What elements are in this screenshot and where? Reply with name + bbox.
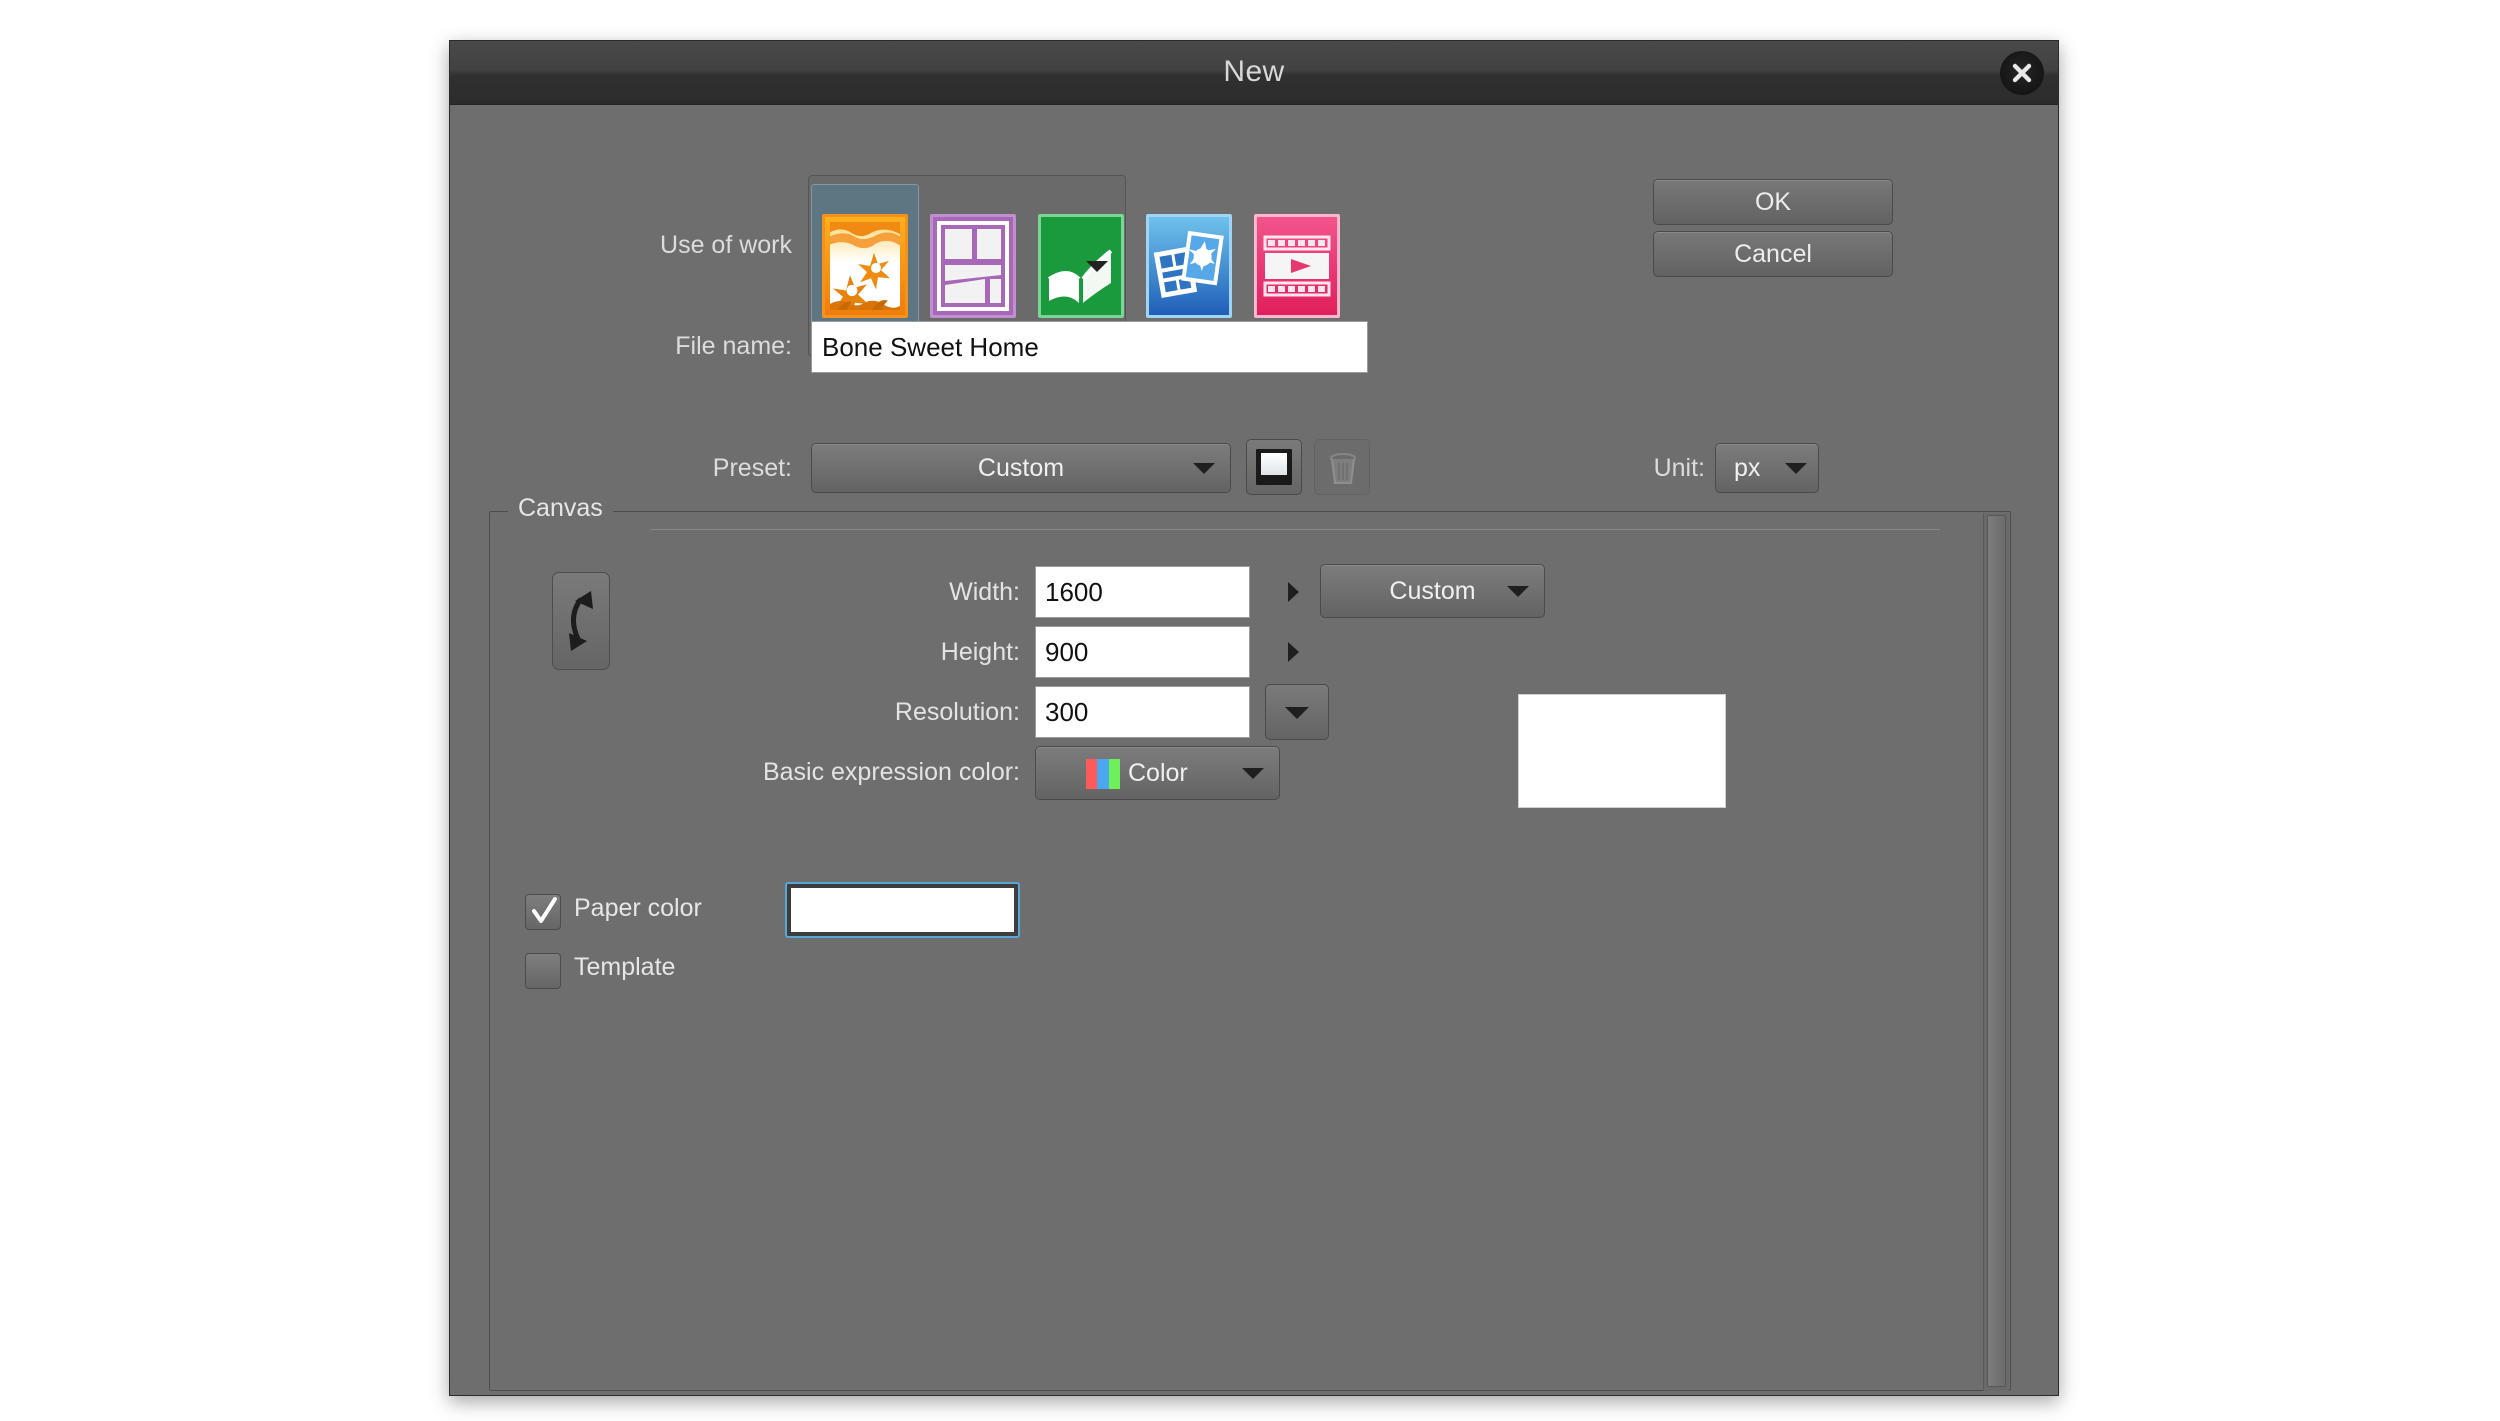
comic-panel-icon [930,214,1016,318]
canvas-group-divider [650,529,1940,530]
basic-expression-color-label: Basic expression color: [762,758,1020,786]
height-stepper-button[interactable] [1280,637,1306,667]
dialog-titlebar[interactable]: New [450,41,2058,105]
template-label: Template [574,953,676,981]
file-name-label: File name: [675,332,792,360]
width-label: Width: [949,578,1020,606]
unit-label: Unit: [1653,454,1705,482]
triangle-right-icon [1288,642,1299,662]
paper-color-checkbox[interactable] [525,894,561,930]
resolution-input[interactable]: 300 [1035,686,1250,738]
paper-color-swatch [791,888,1014,932]
film-strip-icon [1254,214,1340,318]
canvas-size-preset-dropdown[interactable]: Custom [1320,564,1545,618]
checkmark-icon [532,897,557,923]
delete-preset-button[interactable] [1314,439,1370,495]
preset-dropdown[interactable]: Custom [811,443,1231,493]
ok-button[interactable]: OK [1653,179,1893,225]
new-document-dialog: New Use of work OK Cancel File name: Bon… [449,40,2059,1396]
cancel-button[interactable]: Cancel [1653,231,1893,277]
canvas-group-scrollbar-thumb[interactable] [1987,515,2006,1387]
chevron-down-icon [1192,444,1216,492]
chevron-down-icon [1241,747,1265,799]
basic-expression-color-value: Color [1128,758,1188,787]
close-icon [2012,63,2032,83]
triangle-right-icon [1288,582,1299,602]
preset-label: Preset: [712,454,792,482]
width-stepper-button[interactable] [1280,577,1306,607]
photo-stack-icon [1146,214,1232,318]
unit-dropdown[interactable]: px [1715,443,1819,493]
dialog-body: Use of work OK Cancel File name: Bone Sw… [450,105,2058,1395]
paper-color-label: Paper color [574,894,702,922]
template-checkbox[interactable] [525,953,561,989]
chevron-down-icon [1506,565,1530,617]
trash-icon [1330,453,1356,484]
canvas-group-scrollbar[interactable] [1983,513,2009,1391]
swap-width-height-button[interactable] [552,572,610,670]
unit-value: px [1734,453,1761,482]
illustration-icon [822,214,908,318]
preset-value: Custom [977,453,1065,482]
canvas-group-legend: Canvas [508,494,613,523]
height-input[interactable]: 900 [1035,626,1250,678]
chevron-down-icon [1086,261,1108,272]
register-preset-button[interactable] [1246,439,1302,495]
canvas-group: Canvas Width: 1600 Custom Height: 900 Re… [489,494,2011,1391]
dialog-title: New [1223,55,1285,88]
basic-expression-color-dropdown[interactable]: Color [1035,746,1280,800]
resolution-dropdown-button[interactable] [1265,684,1329,740]
swap-width-height-icon [569,591,593,651]
chevron-down-icon [1784,444,1808,492]
file-name-input[interactable]: Bone Sweet Home [811,321,1368,373]
height-label: Height: [940,638,1020,666]
close-button[interactable] [2000,51,2044,95]
paper-color-swatch-button[interactable] [785,882,1020,938]
canvas-preview [1518,694,1726,808]
width-input[interactable]: 1600 [1035,566,1250,618]
chevron-down-icon [1285,706,1309,719]
use-of-work-label: Use of work [660,231,792,259]
register-preset-icon [1256,449,1292,485]
resolution-label: Resolution: [894,698,1020,726]
